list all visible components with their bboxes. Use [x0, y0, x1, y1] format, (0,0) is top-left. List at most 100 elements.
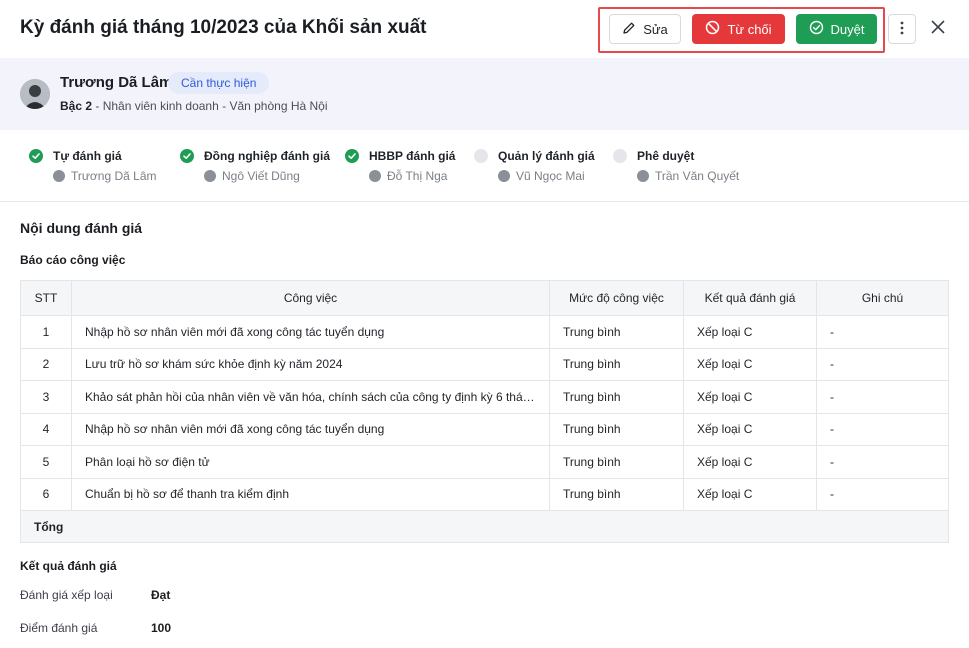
column-header-result: Kết quả đánh giá [683, 280, 817, 316]
column-header-task: Công việc [71, 280, 550, 316]
cell-result: Xếp loại C [683, 347, 817, 381]
cell-level: Trung bình [549, 315, 684, 349]
pencil-icon [622, 21, 636, 38]
step-label: Phê duyệt [637, 149, 695, 163]
report-title: Báo cáo công việc [20, 253, 126, 267]
ban-icon [705, 20, 720, 38]
cell-note: - [816, 477, 949, 511]
user-avatar-icon [498, 170, 510, 182]
step-pending-icon [613, 149, 627, 163]
more-options-button[interactable] [888, 14, 916, 44]
cell-stt: 4 [20, 412, 72, 446]
cell-level: Trung bình [549, 477, 684, 511]
approve-button-label: Duyệt [830, 21, 865, 37]
table-total-row: Tổng [20, 510, 949, 543]
step-user: Đỗ Thị Nga [369, 169, 447, 183]
cell-result: Xếp loại C [683, 412, 817, 446]
step-user-name: Trương Dã Lâm [71, 169, 157, 183]
vertical-dots-icon [900, 21, 904, 38]
user-avatar-icon [204, 170, 216, 182]
user-avatar-icon [369, 170, 381, 182]
step-user-name: Trần Văn Quyết [655, 169, 740, 183]
section-title: Nội dung đánh giá [20, 220, 143, 236]
step-user-name: Vũ Ngọc Mai [516, 169, 585, 183]
cell-level: Trung bình [549, 347, 684, 381]
column-header-stt: STT [20, 280, 72, 316]
step-done-icon [180, 149, 194, 163]
approval-steps: Tự đánh giá Trương Dã Lâm Đồng nghiệp đá… [0, 130, 969, 202]
cell-note: - [816, 315, 949, 349]
employee-meta: Bậc 2 - Nhân viên kinh doanh - Văn phòng… [60, 99, 328, 113]
step-label: Đồng nghiệp đánh giá [204, 149, 330, 163]
table-row: 1 Nhập hồ sơ nhân viên mới đã xong công … [20, 315, 949, 349]
employee-level: Bậc 2 [60, 99, 93, 113]
cell-result: Xếp loại C [683, 315, 817, 349]
column-header-note: Ghi chú [816, 280, 949, 316]
cell-task: Nhập hồ sơ nhân viên mới đã xong công tá… [71, 315, 550, 349]
user-avatar-icon [637, 170, 649, 182]
cell-task: Phân loại hồ sơ điện tử [71, 445, 550, 479]
cell-level: Trung bình [549, 445, 684, 479]
step-user: Vũ Ngọc Mai [498, 169, 585, 183]
reject-button[interactable]: Từ chối [692, 14, 785, 44]
employee-profile: Trương Dã Lâm Cần thực hiện Bậc 2 - Nhân… [0, 58, 969, 130]
reject-button-label: Từ chối [727, 21, 772, 37]
table-row: 5 Phân loại hồ sơ điện tử Trung bình Xếp… [20, 445, 949, 479]
step-label: Tự đánh giá [53, 149, 122, 163]
cell-note: - [816, 412, 949, 446]
step-user: Trương Dã Lâm [53, 169, 156, 183]
cell-note: - [816, 380, 949, 414]
cell-stt: 6 [20, 477, 72, 511]
close-icon [931, 19, 945, 39]
cell-result: Xếp loại C [683, 380, 817, 414]
grade-value: Đạt [151, 588, 171, 602]
score-value: 100 [151, 621, 172, 635]
cell-stt: 3 [20, 380, 72, 414]
step-done-icon [345, 149, 359, 163]
status-badge: Cần thực hiện [168, 72, 270, 94]
cell-stt: 1 [20, 315, 72, 349]
cell-stt: 2 [20, 347, 72, 381]
table-row: 6 Chuẩn bị hồ sơ để thanh tra kiểm định … [20, 477, 949, 511]
table-row: 4 Nhập hồ sơ nhân viên mới đã xong công … [20, 412, 949, 446]
table-header-row: STT Công việc Mức độ công việc Kết quả đ… [20, 280, 949, 316]
employee-role: - Nhân viên kinh doanh - Văn phòng Hà Nộ… [92, 99, 328, 113]
total-label: Tổng [20, 510, 949, 543]
check-circle-icon [809, 20, 824, 38]
avatar [20, 79, 50, 109]
table-row: 2 Lưu trữ hồ sơ khám sức khỏe định kỳ nă… [20, 347, 949, 381]
cell-stt: 5 [20, 445, 72, 479]
cell-note: - [816, 347, 949, 381]
cell-task: Lưu trữ hồ sơ khám sức khỏe định kỳ năm … [71, 347, 550, 381]
table-row: 3 Khảo sát phản hồi của nhân viên về văn… [20, 380, 949, 414]
result-title: Kết quả đánh giá [20, 559, 117, 573]
cell-level: Trung bình [549, 412, 684, 446]
cell-task: Chuẩn bị hồ sơ để thanh tra kiểm định [71, 477, 550, 511]
edit-button[interactable]: Sửa [609, 14, 681, 44]
modal-header: Kỳ đánh giá tháng 10/2023 của Khối sản x… [0, 0, 969, 58]
column-header-level: Mức độ công việc [549, 280, 684, 316]
step-pending-icon [474, 149, 488, 163]
cell-task: Nhập hồ sơ nhân viên mới đã xong công tá… [71, 412, 550, 446]
cell-task: Khảo sát phản hồi của nhân viên về văn h… [71, 380, 550, 414]
user-avatar-icon [53, 170, 65, 182]
step-user: Ngô Viết Dũng [204, 169, 300, 183]
cell-result: Xếp loại C [683, 477, 817, 511]
step-done-icon [29, 149, 43, 163]
step-user-name: Đỗ Thị Nga [387, 169, 448, 183]
grade-label: Đánh giá xếp loại [20, 588, 113, 602]
score-label: Điểm đánh giá [20, 621, 98, 635]
step-user: Trần Văn Quyết [637, 169, 739, 183]
step-label: Quản lý đánh giá [498, 149, 595, 163]
approve-button[interactable]: Duyệt [796, 14, 877, 44]
page-title: Kỳ đánh giá tháng 10/2023 của Khối sản x… [20, 17, 427, 38]
cell-note: - [816, 445, 949, 479]
close-button[interactable] [926, 17, 950, 41]
cell-level: Trung bình [549, 380, 684, 414]
work-report-table: STT Công việc Mức độ công việc Kết quả đ… [20, 280, 949, 543]
step-label: HBBP đánh giá [369, 149, 456, 163]
edit-button-label: Sửa [643, 21, 668, 37]
step-user-name: Ngô Viết Dũng [222, 169, 300, 183]
employee-name: Trương Dã Lâm [60, 74, 173, 91]
cell-result: Xếp loại C [683, 445, 817, 479]
